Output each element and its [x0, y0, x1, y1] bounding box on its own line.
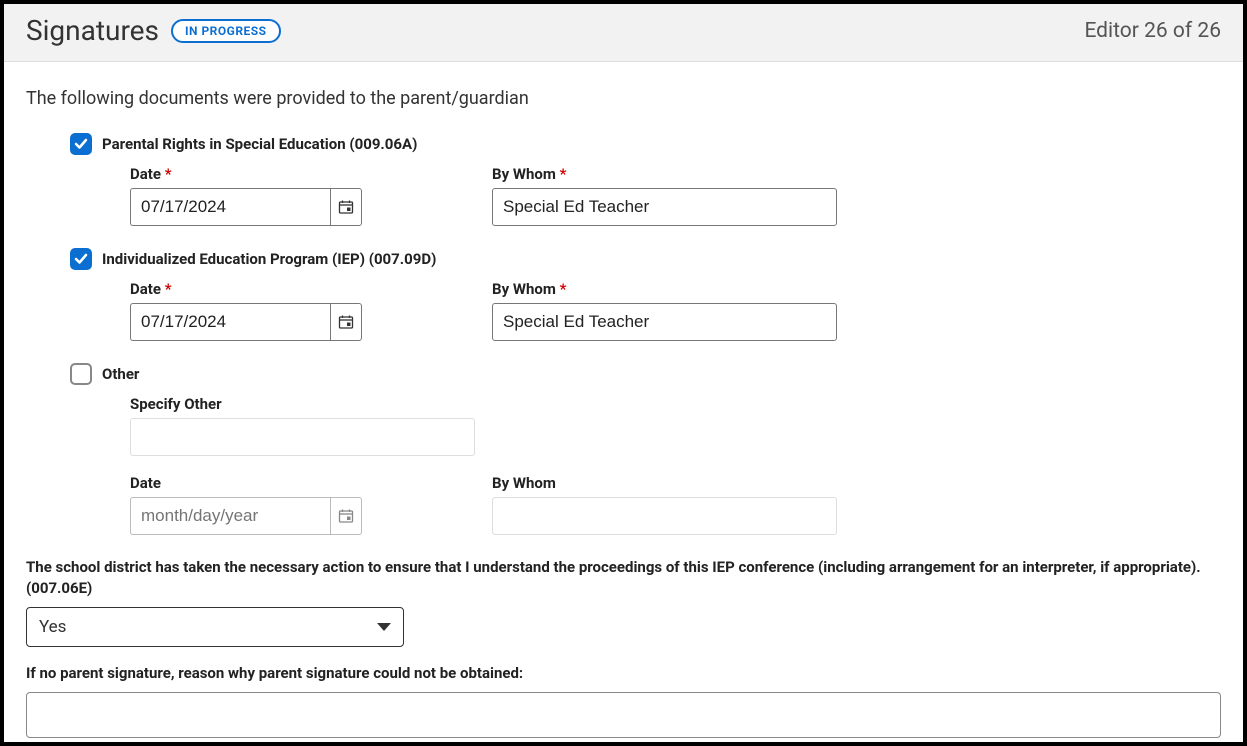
- status-badge: IN PROGRESS: [171, 19, 281, 43]
- calendar-button-parental[interactable]: [330, 188, 362, 226]
- specify-other-input[interactable]: [130, 418, 475, 456]
- editor-count: Editor 26 of 26: [1084, 19, 1221, 43]
- no-signature-textarea[interactable]: [26, 692, 1221, 738]
- required-asterisk: *: [560, 165, 567, 183]
- required-asterisk: *: [165, 280, 172, 298]
- doc-iep: Individualized Education Program (IEP) (…: [70, 248, 1221, 341]
- chevron-down-icon: [377, 623, 391, 631]
- date-input-iep[interactable]: [130, 303, 330, 341]
- calendar-icon: [338, 314, 354, 330]
- calendar-button-iep[interactable]: [330, 303, 362, 341]
- label-date-iep: Date *: [130, 280, 490, 298]
- checkmark-icon: [74, 137, 88, 151]
- calendar-icon: [338, 199, 354, 215]
- required-asterisk: *: [560, 280, 567, 298]
- label-specify-other: Specify Other: [130, 395, 1221, 413]
- no-signature-label: If no parent signature, reason why paren…: [26, 663, 1221, 684]
- checkbox-label-iep: Individualized Education Program (IEP) (…: [102, 250, 436, 268]
- label-bywhom-parental: By Whom *: [492, 165, 852, 183]
- label-date-parental: Date *: [130, 165, 490, 183]
- calendar-button-other[interactable]: [330, 497, 362, 535]
- action-select-value: Yes: [39, 617, 66, 637]
- checkbox-label-parental-rights: Parental Rights in Special Education (00…: [102, 135, 417, 153]
- bywhom-input-other[interactable]: [492, 497, 837, 535]
- doc-parental-rights: Parental Rights in Special Education (00…: [70, 133, 1221, 226]
- checkbox-parental-rights[interactable]: [70, 133, 92, 155]
- doc-other: Other Specify Other Date By Whom: [70, 363, 1221, 535]
- action-select[interactable]: Yes: [26, 607, 404, 647]
- label-bywhom-iep: By Whom *: [492, 280, 852, 298]
- bywhom-input-iep[interactable]: [492, 303, 837, 341]
- page-title: Signatures: [26, 14, 159, 47]
- checkbox-iep[interactable]: [70, 248, 92, 270]
- checkbox-label-other: Other: [102, 365, 139, 383]
- bywhom-input-parental[interactable]: [492, 188, 837, 226]
- label-bywhom-other: By Whom: [492, 474, 852, 492]
- date-input-other[interactable]: [130, 497, 330, 535]
- action-statement: The school district has taken the necess…: [26, 557, 1221, 599]
- checkbox-other[interactable]: [70, 363, 92, 385]
- calendar-icon: [338, 508, 354, 524]
- checkmark-icon: [74, 252, 88, 266]
- intro-text: The following documents were provided to…: [26, 88, 1221, 109]
- required-asterisk: *: [165, 165, 172, 183]
- date-input-parental[interactable]: [130, 188, 330, 226]
- page-header: Signatures IN PROGRESS Editor 26 of 26: [4, 4, 1243, 62]
- label-date-other: Date: [130, 474, 490, 492]
